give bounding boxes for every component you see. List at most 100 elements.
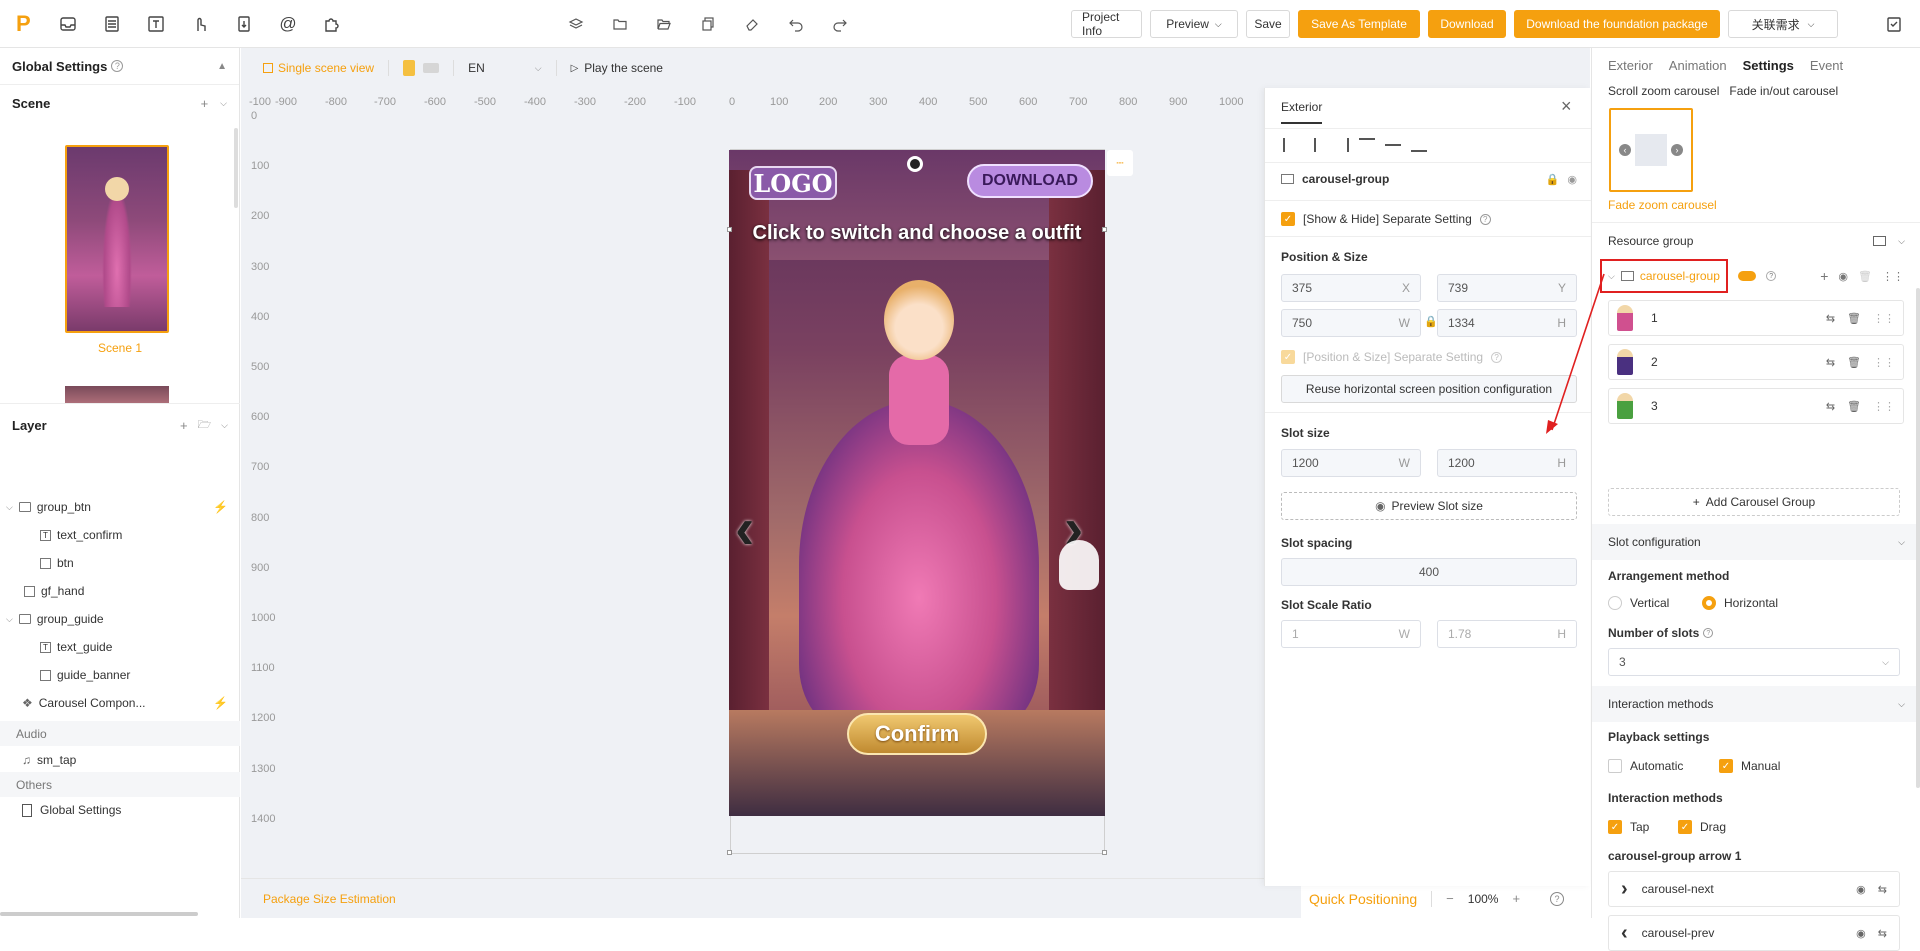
selection-handle-tl[interactable] [727, 227, 732, 232]
align-middle-v-icon[interactable] [1385, 138, 1401, 152]
add-icon[interactable]: + [180, 418, 188, 433]
slot-spacing-input[interactable]: 400 [1281, 558, 1577, 586]
horizontal-radio[interactable]: Horizontal [1702, 596, 1778, 610]
x-input[interactable]: 375 X [1281, 274, 1421, 302]
copy-icon[interactable] [698, 14, 718, 34]
carousel-prev-arrow[interactable]: ‹ [735, 495, 754, 562]
trash-icon[interactable]: 🗑 [1847, 312, 1861, 325]
package-size-link[interactable]: Package Size Estimation [263, 892, 396, 906]
drag-handle-icon[interactable]: ⋮⋮ [1882, 270, 1904, 283]
trash-icon[interactable]: 🗑 [1858, 270, 1872, 283]
app-logo[interactable]: P [16, 12, 40, 36]
puzzle-icon[interactable] [322, 14, 342, 34]
chevron-down-icon[interactable]: ⌵ [1898, 236, 1905, 247]
ratio-h-input[interactable]: 1.78 H [1437, 620, 1577, 648]
checkbox-checked[interactable]: ✓ [1608, 820, 1622, 834]
replace-icon[interactable]: ⇆ [1826, 400, 1835, 413]
aspect-lock-icon[interactable]: 🔒 [1424, 315, 1438, 328]
download-button[interactable]: Download [1428, 10, 1506, 38]
layer-item[interactable]: ⌵ group_btn ⚡ [0, 493, 240, 521]
help-icon[interactable]: ? [1479, 213, 1491, 225]
eye-icon[interactable]: ◉ [1838, 270, 1848, 283]
arrow-prev-item[interactable]: ‹ carousel-prev ◉ ⇆ [1608, 915, 1900, 951]
fade-inout-option[interactable]: Fade in/out carousel [1729, 84, 1838, 98]
layer-item[interactable]: Ttext_guide [0, 633, 240, 661]
ratio-w-input[interactable]: 1W [1281, 620, 1421, 648]
tab-event[interactable]: Event [1810, 58, 1843, 73]
interaction-methods-header[interactable]: Interaction methods ⌵ [1592, 686, 1920, 722]
chevron-down-icon[interactable]: ⌵ [221, 420, 228, 431]
chevron-up-icon[interactable]: ▲ [217, 61, 227, 72]
scene-scrollbar[interactable] [234, 128, 238, 208]
quick-positioning-button[interactable]: Quick Positioning [1309, 891, 1417, 907]
help-icon[interactable]: ? [1703, 628, 1714, 638]
exterior-tab[interactable]: Exterior [1281, 100, 1323, 124]
arrow-next-item[interactable]: › carousel-next ◉ ⇆ [1608, 871, 1900, 907]
folder-icon[interactable] [1873, 236, 1887, 246]
layer-item[interactable]: ⌵ group_guide [0, 605, 240, 633]
selection-handle-bl[interactable] [727, 850, 732, 855]
eye-icon[interactable]: ◉ [1567, 173, 1577, 186]
fade-zoom-card[interactable]: ‹ › [1609, 108, 1693, 192]
lock-icon[interactable]: 🔒 [1546, 173, 1560, 186]
tab-settings[interactable]: Settings [1743, 58, 1794, 73]
carousel-group-row[interactable]: ⌵ carousel-group ? + ◉ 🗑 ⋮⋮ [1600, 259, 1904, 293]
others-item[interactable]: Global Settings [22, 796, 121, 824]
drag-checkbox[interactable]: ✓ Drag [1678, 820, 1726, 834]
carousel-item[interactable]: 1 ⇆ 🗑 ⋮⋮ [1608, 300, 1904, 336]
eye-icon[interactable]: ◉ [1856, 927, 1866, 940]
num-slots-select[interactable]: 3 ⌵ [1608, 648, 1900, 676]
add-icon[interactable]: + [201, 96, 209, 111]
save-button[interactable]: Save [1246, 10, 1290, 38]
project-info-button[interactable]: Project Info [1071, 10, 1142, 38]
close-icon[interactable]: × [1561, 96, 1572, 117]
carousel-item[interactable]: 3 ⇆ 🗑 ⋮⋮ [1608, 388, 1904, 424]
selection-handle-tr[interactable] [1102, 227, 1107, 232]
right-scrollbar[interactable] [1916, 288, 1920, 788]
automatic-checkbox[interactable]: Automatic [1608, 759, 1683, 773]
selection-handle-br[interactable] [1102, 850, 1107, 855]
save-as-template-button[interactable]: Save As Template [1298, 10, 1420, 38]
tap-checkbox[interactable]: ✓ Tap [1608, 820, 1649, 834]
help-icon[interactable]: ? [111, 60, 124, 72]
horizontal-scrollbar[interactable] [0, 912, 198, 916]
width-input[interactable]: 750 W [1281, 309, 1421, 337]
tab-animation[interactable]: Animation [1669, 58, 1727, 73]
layer-item[interactable]: btn [0, 549, 240, 577]
toggle-switch[interactable] [1738, 271, 1757, 281]
preview-button[interactable]: Preview ⌵ [1150, 10, 1238, 38]
related-needs-dropdown[interactable]: 关联需求 ⌵ [1728, 10, 1838, 38]
show-hide-checkbox[interactable]: ✓ [Show & Hide] Separate Setting ? [1281, 212, 1491, 226]
color-swatch-orange[interactable] [403, 60, 416, 76]
scene-thumbnail[interactable] [65, 145, 169, 333]
trash-icon[interactable]: 🗑 [1847, 356, 1861, 369]
align-right-icon[interactable] [1333, 138, 1349, 152]
layer-item[interactable]: ❖ Carousel Compon... ⚡ [0, 689, 240, 717]
file-icon[interactable] [234, 14, 254, 34]
chevron-down-icon[interactable]: ⌵ [220, 98, 227, 109]
phone-preview[interactable]: LOGO DOWNLOAD Click to switch and choose… [729, 150, 1105, 816]
carousel-item[interactable]: 2 ⇆ 🗑 ⋮⋮ [1608, 344, 1904, 380]
align-toggle-icon[interactable]: ┄ [1107, 150, 1133, 176]
pos-separate-checkbox[interactable]: ✓ [Position & Size] Separate Setting ? [1281, 350, 1503, 364]
replace-icon[interactable]: ⇆ [1826, 312, 1835, 325]
manual-checkbox[interactable]: ✓ Manual [1719, 759, 1780, 773]
add-carousel-group-button[interactable]: + Add Carousel Group [1608, 488, 1900, 516]
chevron-down-icon[interactable]: ⌵ [6, 502, 13, 513]
eraser-icon[interactable] [742, 14, 762, 34]
single-scene-view-button[interactable]: Single scene view [263, 61, 374, 75]
drag-handle-icon[interactable]: ⋮⋮ [1873, 400, 1895, 413]
language-select[interactable]: EN ⌵ [468, 61, 542, 75]
help-icon[interactable]: ? [1550, 891, 1565, 906]
slot-height-input[interactable]: 1200 H [1437, 449, 1577, 477]
inbox-icon[interactable] [58, 14, 78, 34]
folder-icon[interactable] [610, 14, 630, 34]
task-icon[interactable] [1884, 14, 1904, 34]
text-icon[interactable] [146, 14, 166, 34]
scroll-zoom-option[interactable]: Scroll zoom carousel [1608, 84, 1719, 98]
chevron-down-icon[interactable]: ⌵ [6, 614, 13, 625]
add-icon[interactable]: + [1820, 268, 1828, 284]
radio-off[interactable] [1608, 596, 1622, 610]
checkbox-disabled[interactable]: ✓ [1281, 350, 1295, 364]
zoom-in-icon[interactable]: + [1512, 891, 1520, 906]
